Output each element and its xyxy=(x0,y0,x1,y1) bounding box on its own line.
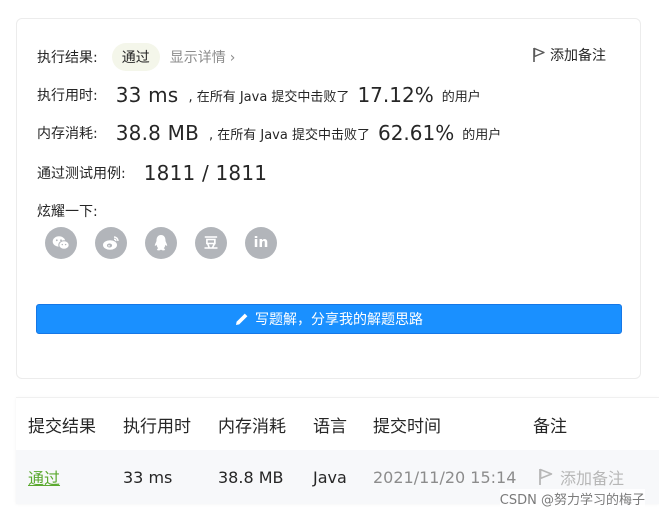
share-label: 炫耀一下: xyxy=(37,204,98,220)
row-language: Java xyxy=(313,467,347,487)
memory-suffix: 的用户 xyxy=(462,127,502,143)
share-row: 炫耀一下: xyxy=(37,201,98,221)
wechat-icon[interactable] xyxy=(45,227,77,259)
table-header: 提交结果 执行用时 内存消耗 语言 提交时间 备注 xyxy=(16,398,659,450)
linkedin-icon[interactable]: in xyxy=(245,227,277,259)
runtime-prefix: , 在所有 Java 提交中击败了 xyxy=(188,89,350,105)
pencil-icon xyxy=(236,313,248,325)
write-solution-label: 写题解，分享我的解题思路 xyxy=(255,312,423,328)
header-note: 备注 xyxy=(533,416,567,437)
add-note-label: 添加备注 xyxy=(550,48,606,64)
runtime-row: 执行用时: 33 ms , 在所有 Java 提交中击败了 17.12% 的用户 xyxy=(37,83,481,107)
row-result-link[interactable]: 通过 xyxy=(28,450,60,504)
result-label: 执行结果: xyxy=(37,50,98,66)
write-solution-button[interactable]: 写题解，分享我的解题思路 xyxy=(36,304,622,334)
runtime-label: 执行用时: xyxy=(37,88,98,104)
row-runtime: 33 ms xyxy=(123,467,173,487)
header-memory: 内存消耗 xyxy=(218,416,286,437)
share-icons: 豆 in xyxy=(45,227,295,259)
weibo-icon[interactable] xyxy=(95,227,127,259)
row-add-note-label: 添加备注 xyxy=(560,469,625,488)
memory-percent: 62.61% xyxy=(377,121,455,145)
memory-label: 内存消耗: xyxy=(37,126,98,142)
runtime-percent: 17.12% xyxy=(357,83,434,107)
header-submit-time: 提交时间 xyxy=(373,416,441,437)
header-result: 提交结果 xyxy=(28,416,96,437)
runtime-suffix: 的用户 xyxy=(441,89,481,105)
header-runtime: 执行用时 xyxy=(123,416,191,437)
add-note-button[interactable]: 添加备注 xyxy=(532,45,606,65)
memory-row: 内存消耗: 38.8 MB , 在所有 Java 提交中击败了 62.61% 的… xyxy=(37,121,501,145)
memory-prefix: , 在所有 Java 提交中击败了 xyxy=(208,127,370,143)
result-row: 执行结果: 通过 显示详情 › xyxy=(37,43,235,71)
flag-icon xyxy=(533,47,545,62)
row-submit-time: 2021/11/20 15:14 xyxy=(373,467,517,487)
runtime-value: 33 ms xyxy=(115,83,179,107)
memory-value: 38.8 MB xyxy=(115,121,199,145)
row-memory: 38.8 MB xyxy=(218,467,284,487)
testcases-row: 通过测试用例: 1811 / 1811 xyxy=(37,161,277,185)
testcases-value: 1811 / 1811 xyxy=(143,161,268,185)
testcases-label: 通过测试用例: xyxy=(37,166,126,182)
watermark: CSDN @努力学习的梅子 xyxy=(499,489,645,508)
result-card: 执行结果: 通过 显示详情 › 添加备注 执行用时: 33 ms , 在所有 Ja… xyxy=(16,18,641,379)
status-badge: 通过 xyxy=(111,43,160,71)
flag-icon xyxy=(539,468,553,485)
show-details-label: 显示详情 xyxy=(169,50,226,66)
chevron-right-icon: › xyxy=(229,50,236,66)
qq-icon[interactable] xyxy=(145,227,177,259)
show-details-link[interactable]: 显示详情 › xyxy=(170,47,236,67)
submission-table: 提交结果 执行用时 内存消耗 语言 提交时间 备注 通过 33 ms 38.8 … xyxy=(16,397,659,504)
douban-icon[interactable]: 豆 xyxy=(195,227,227,259)
header-language: 语言 xyxy=(313,416,347,437)
